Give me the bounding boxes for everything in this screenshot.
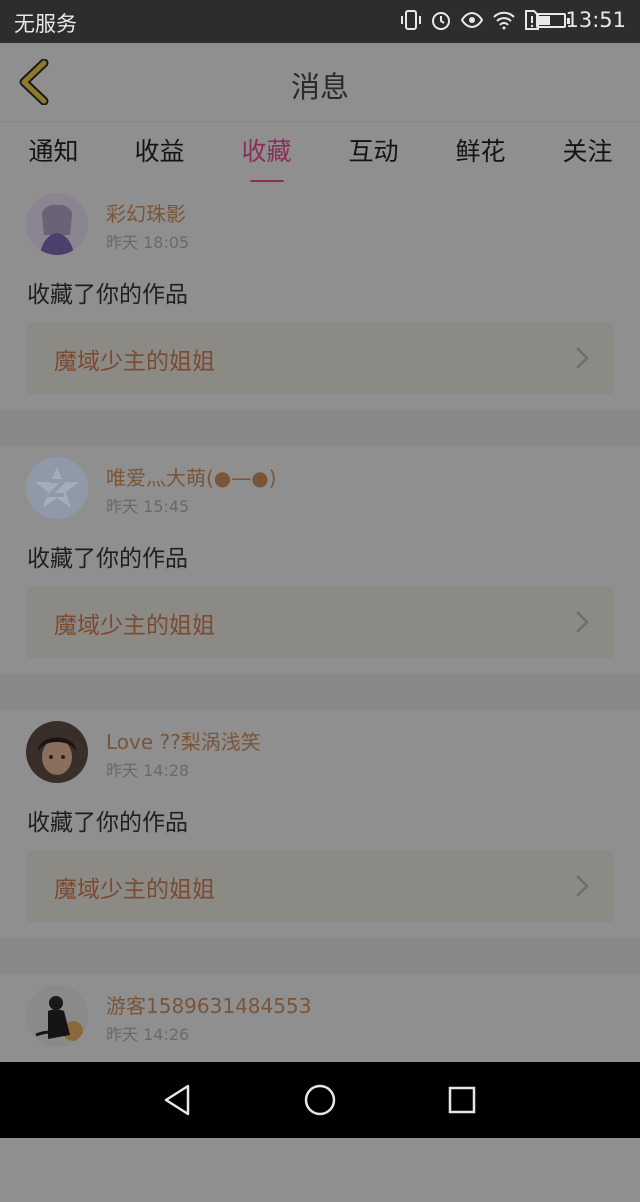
tab-label: 鲜花 <box>455 137 506 166</box>
tab-label: 收藏 <box>241 137 292 166</box>
status-icons <box>400 9 540 36</box>
divider <box>0 938 640 974</box>
wifi-icon <box>492 9 516 36</box>
chevron-right-icon <box>576 875 589 897</box>
tab-interactions[interactable]: 互动 <box>320 132 427 180</box>
username[interactable]: 彩幻珠影 <box>106 198 186 227</box>
timestamp: 昨天 18:05 <box>106 233 190 252</box>
eye-icon <box>460 9 484 36</box>
back-triangle-icon <box>164 1084 190 1116</box>
divider <box>0 410 640 446</box>
tab-bar: 通知 收益 收藏 互动 鲜花 关注 <box>0 121 640 184</box>
work-link[interactable]: 魔域少主的姐姐 <box>27 850 613 922</box>
timestamp: 昨天 15:45 <box>106 497 190 516</box>
list-item: 彩幻珠影 昨天 18:05 收藏了你的作品 魔域少主的姐姐 <box>0 182 640 410</box>
carrier-label: 无服务 <box>14 12 77 36</box>
tab-label: 关注 <box>562 137 613 166</box>
divider <box>0 674 640 710</box>
chevron-right-icon <box>576 347 589 369</box>
timestamp: 昨天 14:28 <box>106 761 190 780</box>
tab-label: 互动 <box>348 137 399 166</box>
notification-list: 彩幻珠影 昨天 18:05 收藏了你的作品 魔域少主的姐姐 唯爱灬大萌(●—●)… <box>0 182 640 1202</box>
recents-square-icon <box>448 1086 476 1114</box>
work-title: 魔域少主的姐姐 <box>54 877 215 903</box>
avatar[interactable] <box>26 457 88 519</box>
work-title: 魔域少主的姐姐 <box>54 613 215 639</box>
home-circle-icon <box>304 1084 336 1116</box>
alarm-icon <box>430 9 452 36</box>
battery-level <box>539 16 550 25</box>
nav-home-button[interactable] <box>300 1080 340 1120</box>
system-nav-bar <box>0 1062 640 1138</box>
username[interactable]: Love ??梨涡浅笑 <box>106 726 261 755</box>
tab-earnings[interactable]: 收益 <box>106 132 213 180</box>
username[interactable]: 游客1589631484553 <box>106 990 311 1019</box>
chevron-right-icon <box>576 611 589 633</box>
tab-label: 通知 <box>28 137 79 166</box>
avatar[interactable] <box>26 721 88 783</box>
list-item: Love ??梨涡浅笑 昨天 14:28 收藏了你的作品 魔域少主的姐姐 <box>0 710 640 938</box>
tab-following[interactable]: 关注 <box>534 132 640 180</box>
action-text: 收藏了你的作品 <box>27 810 188 836</box>
list-item: 唯爱灬大萌(●—●) 昨天 15:45 收藏了你的作品 魔域少主的姐姐 <box>0 446 640 674</box>
work-link[interactable]: 魔域少主的姐姐 <box>27 322 613 394</box>
tab-notifications[interactable]: 通知 <box>0 132 107 180</box>
battery-icon <box>536 13 566 28</box>
tab-label: 收益 <box>134 137 185 166</box>
clock: 13:51 <box>565 8 626 32</box>
action-text: 收藏了你的作品 <box>27 282 188 308</box>
status-bar: 无服务 13:51 <box>0 0 640 43</box>
tab-favorites[interactable]: 收藏 <box>213 132 320 184</box>
username[interactable]: 唯爱灬大萌(●—●) <box>106 462 277 491</box>
header: 消息 <box>0 43 640 121</box>
action-text: 收藏了你的作品 <box>27 546 188 572</box>
vibrate-icon <box>400 9 422 36</box>
nav-recents-button[interactable] <box>442 1080 482 1120</box>
avatar[interactable] <box>26 193 88 255</box>
avatar[interactable] <box>26 985 88 1047</box>
nav-back-button[interactable] <box>158 1080 198 1120</box>
page-title: 消息 <box>290 70 349 104</box>
work-link[interactable]: 魔域少主的姐姐 <box>27 586 613 658</box>
tab-flowers[interactable]: 鲜花 <box>427 132 534 180</box>
timestamp: 昨天 14:26 <box>106 1025 190 1044</box>
work-title: 魔域少主的姐姐 <box>54 349 215 375</box>
